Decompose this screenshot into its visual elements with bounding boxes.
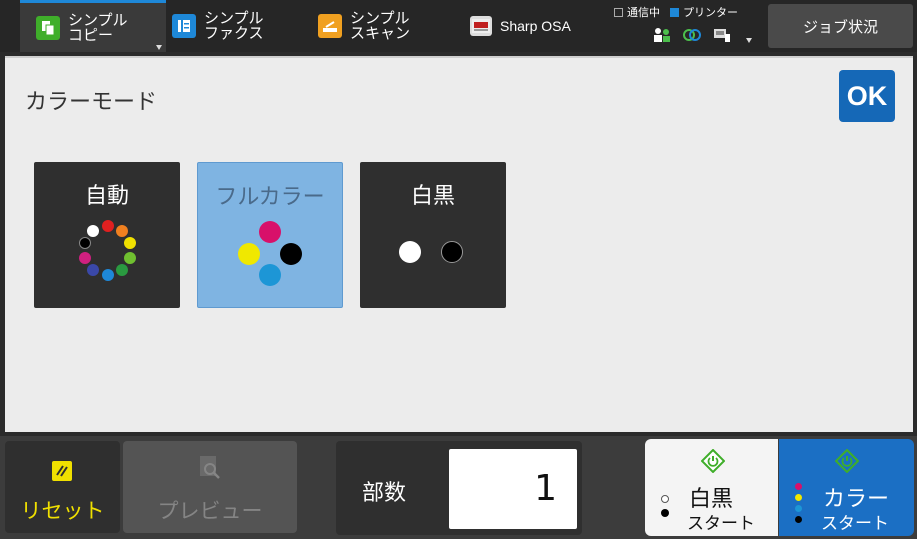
status-indicator[interactable]: 通信中 プリンター <box>614 4 764 50</box>
mode-auto-button[interactable]: 自動 <box>34 162 180 308</box>
tab-label: シンプル スキャン <box>350 9 411 42</box>
communicating-indicator-icon <box>614 7 623 17</box>
copies-label: 部数 <box>362 481 407 506</box>
mode-full-color-button[interactable]: フルカラー <box>197 162 343 308</box>
black-dot-icon <box>661 509 669 517</box>
mode-label: 白黒 <box>410 184 455 209</box>
dropdown-caret-icon[interactable] <box>156 45 162 50</box>
ok-button[interactable]: OK <box>839 70 895 122</box>
preview-label: プレビュー <box>157 499 263 523</box>
bw-start-button[interactable]: 白黒 スタート <box>645 439 778 536</box>
communicating-label: 通信中 <box>627 6 660 19</box>
start-icon <box>835 449 859 473</box>
color-mode-panel: カラーモード OK 自動 フルカラー 白黒 <box>5 56 913 432</box>
reset-button[interactable]: リセット <box>5 441 120 533</box>
scan-icon <box>318 14 342 38</box>
printer-label: プリンター <box>683 6 738 19</box>
tab-label: Sharp OSA <box>500 17 571 34</box>
tab-simple-copy[interactable]: シンプル コピー <box>20 0 166 52</box>
white-dot-icon <box>661 495 669 503</box>
preview-button[interactable]: プレビュー <box>123 441 297 533</box>
reset-icon <box>52 461 72 481</box>
mode-black-white-button[interactable]: 白黒 <box>360 162 506 308</box>
color-start-line2: スタート <box>821 514 889 534</box>
job-status-button[interactable]: ジョブ状況 <box>768 4 913 48</box>
status-caret-icon <box>746 38 752 43</box>
page-title: カラーモード <box>25 90 158 115</box>
preview-icon <box>200 456 220 479</box>
copies-control: 部数 1 <box>336 441 582 535</box>
osa-icon <box>470 16 492 36</box>
sync-icon <box>683 29 701 41</box>
tab-simple-scan[interactable]: シンプル スキャン <box>318 0 458 52</box>
mode-label: 自動 <box>84 184 129 209</box>
bw-start-line2: スタート <box>687 514 755 534</box>
tab-label: シンプル ファクス <box>204 9 264 42</box>
top-bar: シンプル コピー シンプル ファクス シンプル スキャン Sharp OSA 通… <box>0 0 917 52</box>
start-icon <box>701 449 725 473</box>
bottom-bar: リセット プレビュー 部数 1 白黒 スタート カラー スタート <box>0 436 917 539</box>
printer-indicator-icon <box>670 7 679 17</box>
tab-label: シンプル コピー <box>68 10 128 44</box>
reset-label: リセット <box>20 499 105 523</box>
color-start-button[interactable]: カラー スタート <box>779 439 914 536</box>
tab-simple-fax[interactable]: シンプル ファクス <box>172 0 306 52</box>
fax-icon <box>172 14 196 38</box>
mode-label: フルカラー <box>215 185 325 210</box>
copies-input[interactable]: 1 <box>449 449 577 529</box>
device-icon <box>714 29 730 42</box>
copy-icon <box>36 15 60 40</box>
tab-sharp-osa[interactable]: Sharp OSA <box>470 0 600 52</box>
network-users-icon <box>654 28 670 42</box>
